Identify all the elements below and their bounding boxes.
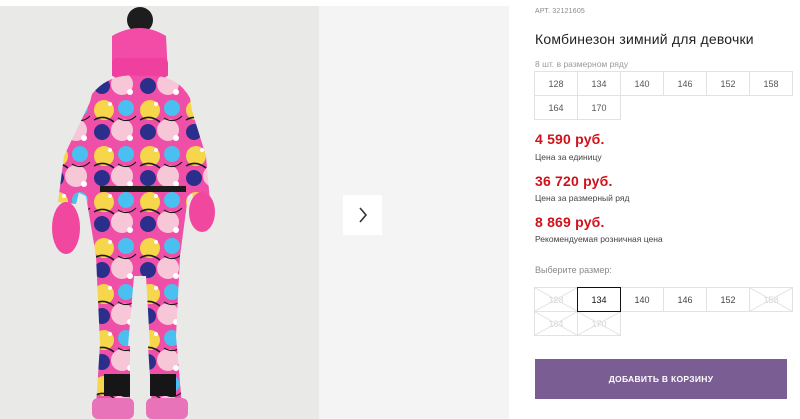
- article-label: АРТ.: [535, 8, 551, 15]
- size-option-label: 152: [720, 294, 736, 305]
- chevron-right-icon: [358, 207, 367, 223]
- size-option-164: 164: [534, 311, 578, 336]
- size-option-label: 164: [548, 318, 564, 329]
- article-value: 32121605: [552, 8, 586, 15]
- row-price: 36 720 руб.: [535, 173, 613, 189]
- product-title: Комбинезон зимний для девочки: [535, 31, 754, 47]
- unavailable-cross-icon: [578, 312, 620, 335]
- unavailable-cross-icon: [535, 312, 577, 335]
- size-option-label: 146: [677, 294, 693, 305]
- article-number: АРТ. 32121605: [535, 8, 587, 15]
- row-price-caption: Цена за размерный ряд: [535, 193, 630, 203]
- size-picker-label: Выберите размер:: [535, 265, 612, 275]
- unavailable-cross-icon: [750, 288, 792, 311]
- size-range-cell: 134: [577, 71, 621, 96]
- size-range-cell: 164: [534, 95, 578, 120]
- size-option-label: 170: [591, 318, 607, 329]
- unit-price: 4 590 руб.: [535, 131, 605, 147]
- size-range-cell: 158: [749, 71, 793, 96]
- gallery-next-button[interactable]: [343, 195, 382, 235]
- product-photo-image: [52, 7, 215, 419]
- size-option-label: 128: [548, 294, 564, 305]
- size-range-cell: 170: [577, 95, 621, 120]
- size-option-146[interactable]: 146: [663, 287, 707, 312]
- retail-price-caption: Рекомендуемая розничная цена: [535, 234, 663, 244]
- size-option-128: 128: [534, 287, 578, 312]
- size-option-170: 170: [577, 311, 621, 336]
- add-to-cart-button[interactable]: ДОБАВИТЬ В КОРЗИНУ: [535, 359, 787, 399]
- size-option-label: 158: [763, 294, 779, 305]
- size-picker-grid: 128 134 140 146 152 158 164 170: [534, 287, 793, 336]
- product-main-photo: [0, 6, 319, 419]
- size-range-cell: 128: [534, 71, 578, 96]
- size-option-152[interactable]: 152: [706, 287, 750, 312]
- sizes-in-row-note: 8 шт. в размерном ряду: [535, 59, 629, 69]
- size-option-label: 140: [634, 294, 650, 305]
- size-option-134[interactable]: 134: [577, 287, 621, 312]
- size-option-158: 158: [749, 287, 793, 312]
- size-range-cell: 146: [663, 71, 707, 96]
- size-range-cell: 152: [706, 71, 750, 96]
- unavailable-cross-icon: [535, 288, 577, 311]
- unit-price-caption: Цена за единицу: [535, 152, 602, 162]
- size-range-grid: 128 134 140 146 152 158 164 170: [534, 71, 793, 120]
- size-range-cell: 140: [620, 71, 664, 96]
- retail-price: 8 869 руб.: [535, 214, 605, 230]
- size-option-label: 134: [591, 294, 607, 305]
- size-option-140[interactable]: 140: [620, 287, 664, 312]
